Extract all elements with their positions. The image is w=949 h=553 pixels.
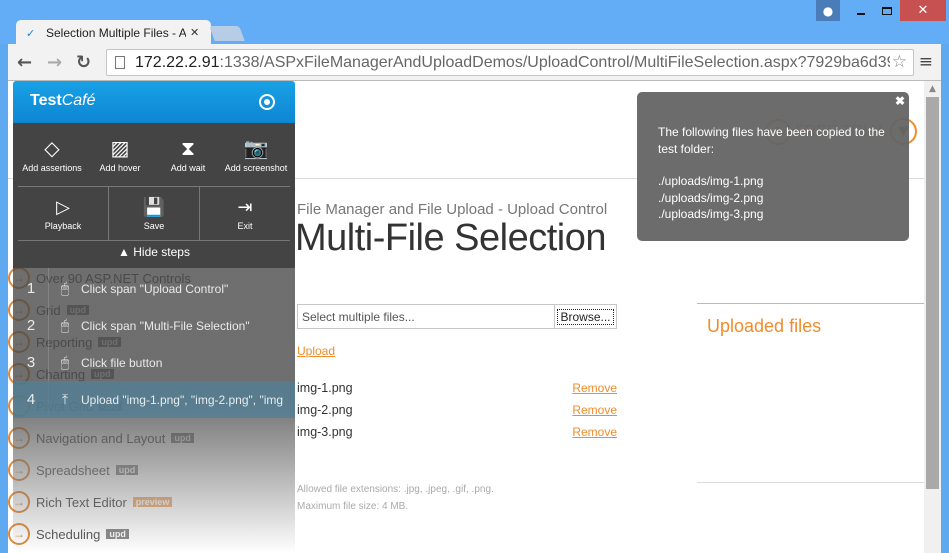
url-host: 172.22.2.91 bbox=[135, 53, 220, 71]
remove-link[interactable]: Remove bbox=[572, 425, 617, 445]
file-list-item: img-2.png Remove bbox=[297, 403, 617, 423]
scroll-up-icon[interactable]: ▲ bbox=[924, 81, 941, 97]
user-icon: ● bbox=[822, 3, 834, 18]
record-icon[interactable] bbox=[259, 94, 275, 110]
file-select-input[interactable]: Select multiple files... bbox=[298, 305, 554, 328]
remove-link[interactable]: Remove bbox=[572, 381, 617, 401]
testcafe-panel: TestCafé ◇ Add assertions ▨ Add hover ⧗ … bbox=[13, 81, 295, 553]
uploaded-files-title: Uploaded files bbox=[707, 316, 822, 336]
vertical-scrollbar[interactable]: ▲ bbox=[924, 81, 941, 553]
close-window-button[interactable]: ✕ bbox=[900, 0, 946, 21]
testcafe-toolbar: ◇ Add assertions ▨ Add hover ⧗ Add wait … bbox=[13, 123, 295, 268]
uploaded-files-panel: Uploaded files bbox=[697, 303, 924, 483]
url-path: :1338/ASPxFileManagerAndUploadDemos/Uplo… bbox=[219, 53, 905, 71]
browser-menu-icon[interactable]: ≡ bbox=[919, 52, 933, 72]
mouse-icon: 🖱 bbox=[60, 280, 70, 296]
close-icon[interactable]: ✖ bbox=[895, 93, 905, 110]
minimize-button[interactable] bbox=[848, 0, 874, 21]
file-name: img-2.png bbox=[297, 403, 353, 417]
file-name: img-3.png bbox=[297, 425, 353, 439]
step-item-active[interactable]: 4 ⤒ Upload "img-1.png", "img-2.png", "im… bbox=[13, 381, 295, 418]
exit-icon: ⇥ bbox=[237, 197, 253, 218]
tab-title: Selection Multiple Files - A bbox=[46, 25, 186, 40]
browse-label: Browse... bbox=[557, 308, 614, 325]
playback-button[interactable]: ▷ Playback bbox=[18, 187, 109, 241]
notification-file: ./uploads/img-1.png bbox=[658, 174, 764, 188]
step-item[interactable]: 2 🖱 Click span "Multi-File Selection" bbox=[13, 307, 295, 344]
remove-link[interactable]: Remove bbox=[572, 403, 617, 423]
save-icon: 💾 bbox=[142, 197, 166, 218]
exit-button[interactable]: ⇥ Exit bbox=[200, 187, 290, 241]
address-bar[interactable]: 172.22.2.91:1338/ASPxFileManagerAndUploa… bbox=[106, 49, 914, 76]
notification-message: The following files have been copied to … bbox=[658, 125, 885, 156]
add-assertions-button[interactable]: ◇ Add assertions bbox=[18, 133, 86, 185]
new-tab-button[interactable] bbox=[209, 26, 245, 41]
assertion-icon: ◇ bbox=[44, 136, 60, 160]
mouse-icon: 🖱 bbox=[60, 317, 70, 333]
step-item[interactable]: 3 🖱 Click file button bbox=[13, 344, 295, 381]
divider bbox=[18, 240, 290, 241]
forward-icon[interactable]: → bbox=[47, 52, 62, 73]
file-list-item: img-1.png Remove bbox=[297, 381, 617, 401]
browser-toolbar: ← → ↻ 172.22.2.91:1338/ASPxFileManagerAn… bbox=[8, 44, 941, 81]
step-item[interactable]: 1 🖱 Click span "Upload Control" bbox=[13, 270, 295, 307]
browse-button[interactable]: Browse... bbox=[554, 305, 616, 328]
reload-icon[interactable]: ↻ bbox=[76, 52, 91, 73]
hover-icon: ▨ bbox=[110, 136, 130, 160]
upload-icon: ⤒ bbox=[61, 391, 69, 407]
add-hover-button[interactable]: ▨ Add hover bbox=[86, 133, 154, 185]
save-button[interactable]: 💾 Save bbox=[109, 187, 200, 241]
upload-link[interactable]: Upload bbox=[297, 344, 335, 358]
tab-close-icon[interactable]: ✕ bbox=[190, 26, 199, 39]
add-wait-button[interactable]: ⧗ Add wait bbox=[154, 133, 222, 185]
max-size-hint: Maximum file size: 4 MB. bbox=[297, 501, 409, 512]
favicon-icon: ✓ bbox=[26, 26, 36, 40]
user-profile-button[interactable]: ● bbox=[816, 0, 840, 21]
testcafe-header[interactable]: TestCafé bbox=[13, 81, 295, 123]
steps-list: 1 🖱 Click span "Upload Control" 2 🖱 Clic… bbox=[13, 268, 295, 553]
allowed-extensions-hint: Allowed file extensions: .jpg, .jpeg, .g… bbox=[297, 484, 494, 495]
bookmark-star-icon[interactable]: ☆ bbox=[889, 52, 907, 72]
notification-file: ./uploads/img-2.png bbox=[658, 190, 764, 205]
scrollbar-thumb[interactable] bbox=[926, 97, 939, 489]
testcafe-logo: TestCafé bbox=[30, 92, 96, 109]
mouse-icon: 🖱 bbox=[60, 354, 70, 370]
close-icon: ✕ bbox=[917, 3, 929, 18]
file-name: img-1.png bbox=[297, 381, 353, 395]
hourglass-icon: ⧗ bbox=[180, 136, 196, 160]
back-icon[interactable]: ← bbox=[17, 52, 32, 73]
minimize-icon bbox=[857, 12, 865, 15]
hide-steps-button[interactable]: ▲ Hide steps bbox=[13, 245, 295, 259]
add-screenshot-button[interactable]: 📷 Add screenshot bbox=[222, 133, 290, 185]
camera-icon: 📷 bbox=[243, 136, 269, 160]
page-title: Multi-File Selection bbox=[295, 217, 607, 259]
notification-file: ./uploads/img-3.png bbox=[658, 207, 764, 221]
play-icon: ▷ bbox=[56, 197, 70, 218]
file-upload-control: Select multiple files... Browse... bbox=[297, 304, 617, 329]
file-list-item: img-3.png Remove bbox=[297, 425, 617, 445]
maximize-icon bbox=[882, 6, 892, 15]
breadcrumb: File Manager and File Upload - Upload Co… bbox=[297, 201, 608, 218]
page-icon bbox=[115, 56, 125, 69]
notification-popup: ✖ The following files have been copied t… bbox=[637, 92, 909, 241]
maximize-button[interactable] bbox=[874, 0, 900, 21]
browser-tab-active[interactable]: ✓ Selection Multiple Files - A ✕ bbox=[16, 20, 211, 45]
